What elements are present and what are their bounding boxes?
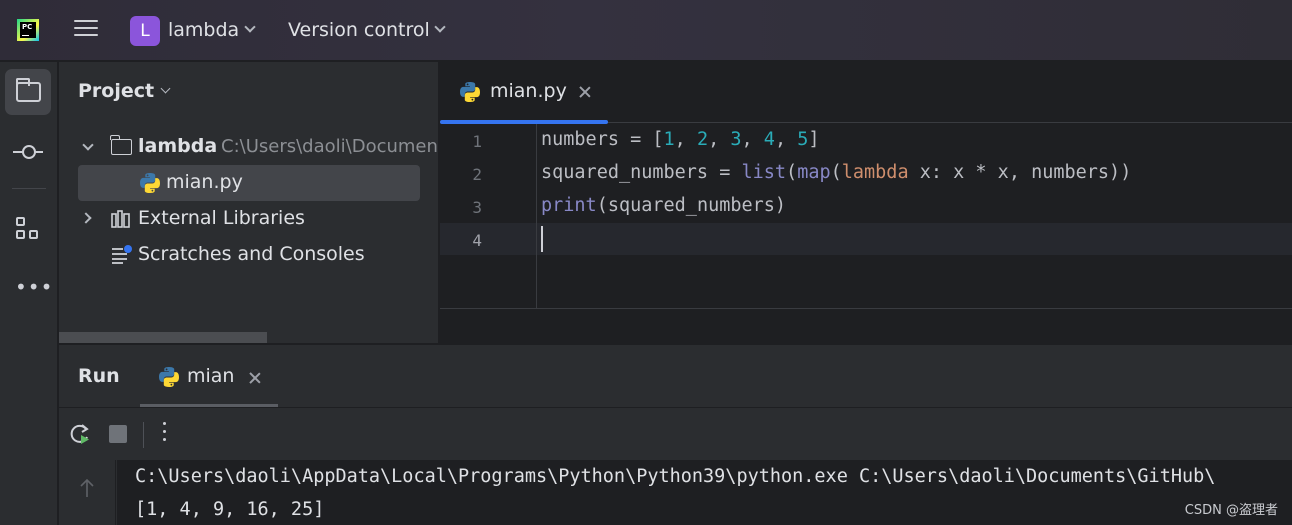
- chevron-down-icon[interactable]: [244, 21, 256, 33]
- line-number: 2: [472, 165, 482, 184]
- chevron-down-icon[interactable]: [160, 83, 171, 94]
- close-icon[interactable]: [578, 85, 592, 99]
- console-output[interactable]: C:\Users\daoli\AppData\Local\Programs\Py…: [117, 460, 1292, 525]
- tree-row-file[interactable]: mian.py: [59, 165, 438, 201]
- tree-item-label: External Libraries: [138, 207, 305, 229]
- stop-icon[interactable]: [109, 425, 127, 443]
- tree-item-label: mian.py: [166, 171, 243, 193]
- tab-mian-py[interactable]: mian.py: [440, 62, 608, 124]
- panel-title[interactable]: Project: [78, 80, 154, 102]
- divider: [12, 188, 46, 189]
- close-icon[interactable]: [248, 371, 262, 385]
- tool-window-strip: •••: [0, 62, 58, 525]
- line-number: 3: [472, 198, 482, 217]
- project-name[interactable]: lambda: [168, 19, 239, 41]
- structure-tool-button[interactable]: [5, 205, 51, 251]
- code-line-1: numbers = [1, 2, 3, 4, 5]: [541, 129, 820, 150]
- chevron-down-icon[interactable]: [434, 21, 446, 33]
- console-line: [1, 4, 9, 16, 25]: [135, 499, 325, 520]
- title-bar: PC L lambda Version control: [0, 0, 1292, 61]
- more-tools-button[interactable]: •••: [5, 262, 54, 308]
- run-panel-title: Run: [78, 365, 120, 387]
- project-badge[interactable]: L: [130, 16, 160, 46]
- python-file-icon: [159, 367, 179, 387]
- tree-row-scratches[interactable]: Scratches and Consoles: [59, 237, 438, 273]
- code-editor[interactable]: 1 2 3 4 numbers = [1, 2, 3, 4, 5] square…: [440, 124, 1292, 342]
- project-tool-button[interactable]: [5, 69, 51, 115]
- console-line: C:\Users\daoli\AppData\Local\Programs\Py…: [135, 466, 1216, 487]
- divider: [143, 422, 144, 448]
- tab-label: mian.py: [490, 80, 567, 102]
- tree-row-root[interactable]: lambda C:\Users\daoli\Documents: [59, 129, 439, 165]
- expand-arrow-icon[interactable]: [80, 212, 92, 224]
- library-icon: [111, 210, 130, 228]
- watermark: CSDN @盗理者: [1184, 503, 1278, 518]
- folder-icon: [16, 78, 41, 102]
- run-toolbar: [59, 407, 1292, 459]
- code-line-3: print(squared_numbers): [541, 195, 787, 216]
- line-number: 4: [472, 231, 482, 250]
- python-file-icon: [460, 82, 480, 102]
- tree-item-label: lambda: [138, 135, 218, 157]
- python-file-icon: [140, 173, 160, 193]
- expand-arrow-icon[interactable]: [82, 139, 94, 151]
- tree-item-label: Scratches and Consoles: [138, 243, 365, 265]
- scratches-icon: [112, 245, 132, 264]
- more-options-icon[interactable]: [163, 422, 167, 446]
- more-dots-icon: •••: [15, 275, 54, 299]
- run-panel: Run mian C:\Users\daoli\AppData\Local\Pr…: [59, 343, 1292, 525]
- commit-tool-button[interactable]: [5, 129, 51, 175]
- pycharm-logo-icon: PC: [17, 19, 39, 41]
- structure-icon: [16, 217, 40, 241]
- console-side-toolbar: [59, 460, 116, 525]
- code-line-2: squared_numbers = list(map(lambda x: x *…: [541, 162, 1132, 183]
- folder-icon: [110, 135, 132, 155]
- tree-row-external-libraries[interactable]: External Libraries: [59, 201, 438, 237]
- editor-tab-bar: mian.py: [440, 62, 1292, 124]
- scroll-up-arrow-icon[interactable]: [80, 478, 94, 498]
- text-caret: [541, 226, 543, 252]
- run-tab-mian[interactable]: mian: [140, 345, 278, 407]
- commit-icon: [13, 145, 43, 159]
- version-control-menu[interactable]: Version control: [288, 19, 430, 41]
- rerun-icon[interactable]: [68, 422, 92, 446]
- tree-item-path: C:\Users\daoli\Documents: [221, 136, 439, 157]
- line-number: 1: [472, 132, 482, 151]
- tab-label: mian: [187, 365, 235, 387]
- current-line-highlight: [440, 223, 1292, 255]
- project-panel: Project lambda C:\Users\daoli\Documents …: [59, 62, 439, 344]
- divider: [440, 308, 1292, 309]
- main-menu-icon[interactable]: [74, 20, 98, 40]
